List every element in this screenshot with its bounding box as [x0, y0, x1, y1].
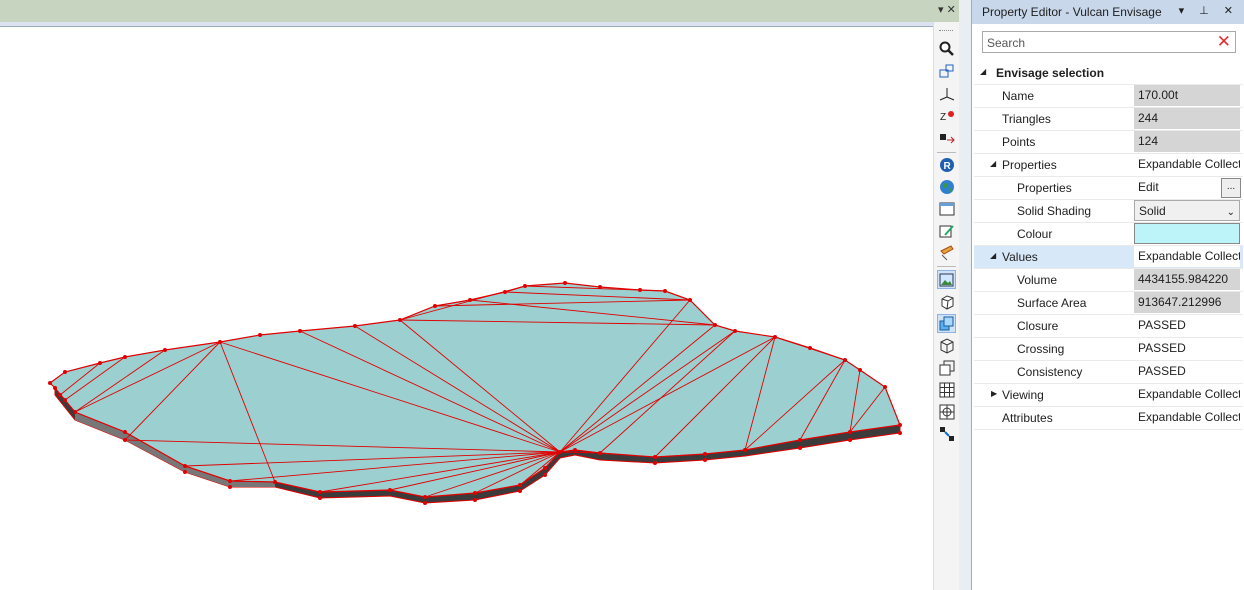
property-editor-panel: Property Editor - Vulcan Envisage ▾ ⊥ ✕ … — [971, 0, 1244, 590]
property-row-values[interactable]: ◢ Values Expandable Collect — [974, 246, 1243, 269]
axes-icon[interactable] — [937, 84, 956, 103]
collapse-triangle-icon[interactable]: ◢ — [980, 67, 986, 76]
pencil-icon[interactable] — [937, 243, 956, 262]
colour-swatch[interactable] — [1134, 223, 1240, 244]
triangles-value[interactable]: 244 — [1134, 108, 1240, 129]
panel-titlebar: Property Editor - Vulcan Envisage ▾ ⊥ ✕ — [972, 0, 1244, 24]
property-row-consistency[interactable]: Consistency PASSED — [974, 361, 1243, 384]
svg-text:Z: Z — [940, 112, 946, 123]
panel-title: Property Editor - Vulcan Envisage — [982, 5, 1162, 19]
ellipsis-button[interactable]: ... — [1221, 178, 1241, 198]
closure-value: PASSED — [1138, 318, 1186, 332]
image-icon[interactable] — [937, 270, 956, 289]
clear-search-icon[interactable]: ✕ — [1217, 33, 1231, 51]
volume-value[interactable]: 4434155.984220 — [1134, 269, 1240, 290]
property-row-points[interactable]: Points 124 — [974, 131, 1243, 154]
triangulation-solid[interactable] — [0, 26, 933, 590]
property-row-closure[interactable]: Closure PASSED — [974, 315, 1243, 338]
grid-icon[interactable] — [937, 380, 956, 399]
points-value[interactable]: 124 — [1134, 131, 1240, 152]
search-placeholder: Search — [987, 36, 1026, 50]
3d-viewport[interactable]: ▾ ✕ — [0, 0, 966, 590]
svg-text:R: R — [943, 161, 951, 172]
collapse-triangle-icon[interactable]: ◢ — [990, 159, 996, 168]
panel-window-controls[interactable]: ▾ ⊥ ✕ — [1179, 4, 1239, 17]
property-row-triangles[interactable]: Triangles 244 — [974, 108, 1243, 131]
link-icon[interactable] — [937, 424, 956, 443]
property-row-volume[interactable]: Volume 4434155.984220 — [974, 269, 1243, 292]
property-row-crossing[interactable]: Crossing PASSED — [974, 338, 1243, 361]
solid-shading-value: Solid — [1139, 204, 1166, 218]
grid-target-icon[interactable] — [937, 402, 956, 421]
values-value: Expandable Collect — [1134, 246, 1240, 267]
toolbar-grip[interactable] — [939, 30, 953, 33]
r-icon[interactable]: R — [937, 155, 956, 174]
window-icon[interactable] — [937, 199, 956, 218]
property-grid: ◢ Envisage selection Name 170.00t Triang… — [974, 62, 1243, 430]
vertical-toolbar: Z R — [933, 22, 960, 590]
search-input[interactable]: Search ✕ — [982, 31, 1236, 53]
properties-value: Expandable Collect — [1138, 157, 1240, 171]
viewport-titlebar: ▾ ✕ — [0, 0, 966, 22]
solid-shading-dropdown[interactable]: Solid ⌄ — [1134, 200, 1240, 221]
crossing-value: PASSED — [1138, 341, 1186, 355]
property-row-surface-area[interactable]: Surface Area 913647.212996 — [974, 292, 1243, 315]
layers-icon[interactable] — [937, 314, 956, 333]
cube-icon[interactable] — [937, 292, 956, 311]
category-envisage-selection[interactable]: ◢ Envisage selection — [974, 62, 1243, 85]
dock-splitter[interactable] — [959, 0, 971, 590]
property-row-name[interactable]: Name 170.00t — [974, 85, 1243, 108]
property-row-attributes[interactable]: Attributes Expandable Collect — [974, 407, 1243, 430]
edit-icon[interactable] — [937, 221, 956, 240]
surface-area-value[interactable]: 913647.212996 — [1134, 292, 1240, 313]
move-icon[interactable] — [937, 128, 956, 147]
globe-icon[interactable] — [937, 177, 956, 196]
chevron-down-icon: ⌄ — [1226, 207, 1235, 218]
wire-cube-icon[interactable] — [937, 336, 956, 355]
search-icon[interactable] — [937, 39, 956, 58]
collapse-triangle-icon[interactable]: ◢ — [990, 251, 996, 260]
name-value[interactable]: 170.00t — [1134, 85, 1240, 106]
expand-triangle-icon[interactable]: ▶ — [991, 389, 997, 398]
property-row-properties[interactable]: ◢ Properties Expandable Collect — [974, 154, 1243, 177]
property-row-colour[interactable]: Colour — [974, 223, 1243, 246]
property-row-sub-properties[interactable]: Properties Edit ... — [974, 177, 1243, 200]
copy-icon[interactable] — [937, 358, 956, 377]
attributes-value: Expandable Collect — [1138, 410, 1240, 424]
property-row-solid-shading[interactable]: Solid Shading Solid ⌄ — [974, 200, 1243, 223]
viewing-value: Expandable Collect — [1138, 387, 1240, 401]
point-icon[interactable]: Z — [937, 106, 956, 125]
property-row-viewing[interactable]: ▶ Viewing Expandable Collect — [974, 384, 1243, 407]
view-box-icon[interactable] — [937, 62, 956, 81]
viewport-window-controls[interactable]: ▾ ✕ — [938, 3, 956, 16]
consistency-value: PASSED — [1138, 364, 1186, 378]
